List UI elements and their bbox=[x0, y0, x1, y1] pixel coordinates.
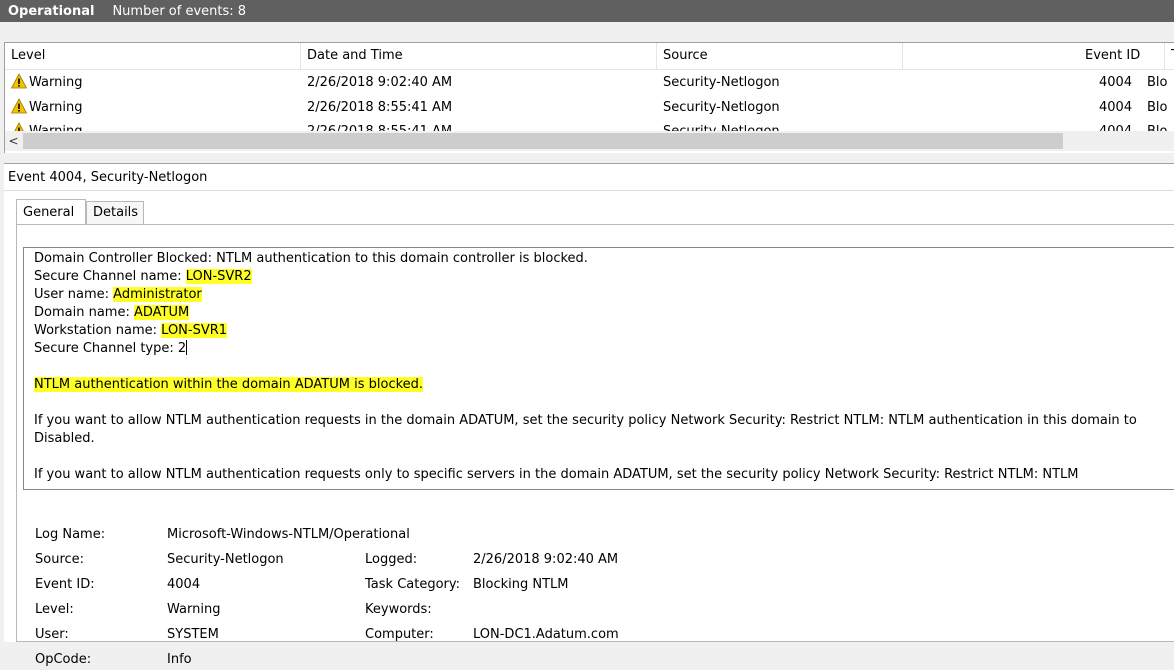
field-label: User name: bbox=[34, 287, 114, 302]
event-id-cell: 4004 bbox=[1099, 75, 1133, 90]
text-caret bbox=[186, 340, 188, 355]
column-header-level[interactable]: Level bbox=[5, 43, 301, 69]
source-label: Source: bbox=[35, 552, 85, 567]
message-line: Secure Channel name: LON-SVR2 bbox=[34, 268, 252, 286]
message-line: Domain Controller Blocked: NTLM authenti… bbox=[34, 251, 588, 266]
message-line: User name: Administrator bbox=[34, 286, 202, 304]
computer-label: Computer: bbox=[365, 627, 434, 642]
message-line: Disabled. bbox=[34, 431, 95, 446]
task-category-value: Blocking NTLM bbox=[473, 577, 569, 592]
computer-value: LON-DC1.Adatum.com bbox=[473, 627, 619, 642]
message-line: If you want to allow NTLM authentication… bbox=[34, 467, 1079, 482]
keywords-label: Keywords: bbox=[365, 602, 432, 617]
field-label: Domain name: bbox=[34, 305, 134, 320]
column-header-source[interactable]: Source bbox=[657, 43, 903, 69]
event-id-value: 4004 bbox=[167, 577, 201, 592]
level-text: Warning bbox=[29, 75, 83, 90]
event-list-header: Level Date and Time Source Event ID Tas bbox=[5, 43, 1174, 70]
level-label: Level: bbox=[35, 602, 74, 617]
source-value: Security-Netlogon bbox=[167, 552, 284, 567]
warning-icon bbox=[11, 98, 27, 114]
logged-label: Logged: bbox=[365, 552, 418, 567]
field-label: Secure Channel name: bbox=[34, 269, 186, 284]
table-row[interactable]: Warning 2/26/2018 8:55:41 AM Security-Ne… bbox=[5, 97, 1174, 119]
highlighted-value: Administrator bbox=[113, 287, 202, 302]
opcode-value: Info bbox=[167, 652, 192, 667]
date-cell: 2/26/2018 8:55:41 AM bbox=[307, 100, 453, 115]
event-detail-header: Event 4004, Security-Netlogon bbox=[4, 163, 1174, 191]
level-cell: Warning bbox=[11, 72, 82, 94]
message-line: NTLM authentication within the domain AD… bbox=[34, 376, 424, 394]
highlighted-blocked-message: NTLM authentication within the domain AD… bbox=[34, 377, 424, 392]
field-text: Secure Channel type: 2 bbox=[34, 341, 187, 356]
level-text: Warning bbox=[29, 100, 83, 115]
warning-icon bbox=[11, 73, 27, 89]
level-cell: Warning bbox=[11, 97, 82, 119]
opcode-label: OpCode: bbox=[35, 652, 92, 667]
user-value: SYSTEM bbox=[167, 627, 219, 642]
logged-value: 2/26/2018 9:02:40 AM bbox=[473, 552, 619, 567]
level-value: Warning bbox=[167, 602, 221, 617]
message-line: Workstation name: LON-SVR1 bbox=[34, 322, 228, 340]
highlighted-value: LON-SVR2 bbox=[185, 269, 252, 284]
date-cell: 2/26/2018 9:02:40 AM bbox=[307, 75, 453, 90]
message-line: Secure Channel type: 2 bbox=[34, 340, 188, 358]
event-count: Number of events: 8 bbox=[112, 3, 247, 19]
highlighted-value: ADATUM bbox=[133, 305, 190, 320]
highlighted-value: LON-SVR1 bbox=[161, 323, 228, 338]
event-message-textbox[interactable]: Domain Controller Blocked: NTLM authenti… bbox=[23, 247, 1174, 490]
scroll-thumb[interactable] bbox=[23, 133, 1063, 149]
table-row[interactable]: Warning 2/26/2018 9:02:40 AM Security-Ne… bbox=[5, 72, 1174, 94]
task-cell: Blo bbox=[1147, 75, 1168, 90]
event-id-label: Event ID: bbox=[35, 577, 95, 592]
log-name-title: Operational bbox=[8, 3, 95, 19]
log-name-value: Microsoft-Windows-NTLM/Operational bbox=[167, 527, 410, 542]
tab-general[interactable]: General bbox=[16, 199, 86, 225]
user-label: User: bbox=[35, 627, 69, 642]
log-title-bar: Operational Number of events: 8 bbox=[0, 0, 1174, 22]
event-list[interactable]: Level Date and Time Source Event ID Tas … bbox=[4, 42, 1174, 153]
horizontal-scrollbar[interactable]: < bbox=[5, 131, 1174, 151]
source-cell: Security-Netlogon bbox=[663, 100, 780, 115]
event-detail-pane: General Details Domain Controller Blocke… bbox=[4, 191, 1174, 667]
column-header-task[interactable]: Tas bbox=[1165, 43, 1174, 69]
event-id-cell: 4004 bbox=[1099, 100, 1133, 115]
column-header-date[interactable]: Date and Time bbox=[301, 43, 657, 69]
task-category-label: Task Category: bbox=[365, 577, 461, 592]
message-line: If you want to allow NTLM authentication… bbox=[34, 413, 1137, 428]
source-cell: Security-Netlogon bbox=[663, 75, 780, 90]
task-cell: Blo bbox=[1147, 100, 1168, 115]
field-label: Workstation name: bbox=[34, 323, 162, 338]
scroll-left-button[interactable]: < bbox=[5, 131, 22, 151]
message-line: Domain name: ADATUM bbox=[34, 304, 190, 322]
log-name-label: Log Name: bbox=[35, 527, 106, 542]
tab-details[interactable]: Details bbox=[86, 201, 144, 225]
general-tab-panel: Domain Controller Blocked: NTLM authenti… bbox=[16, 224, 1174, 667]
column-header-event-id[interactable]: Event ID bbox=[1065, 43, 1165, 69]
